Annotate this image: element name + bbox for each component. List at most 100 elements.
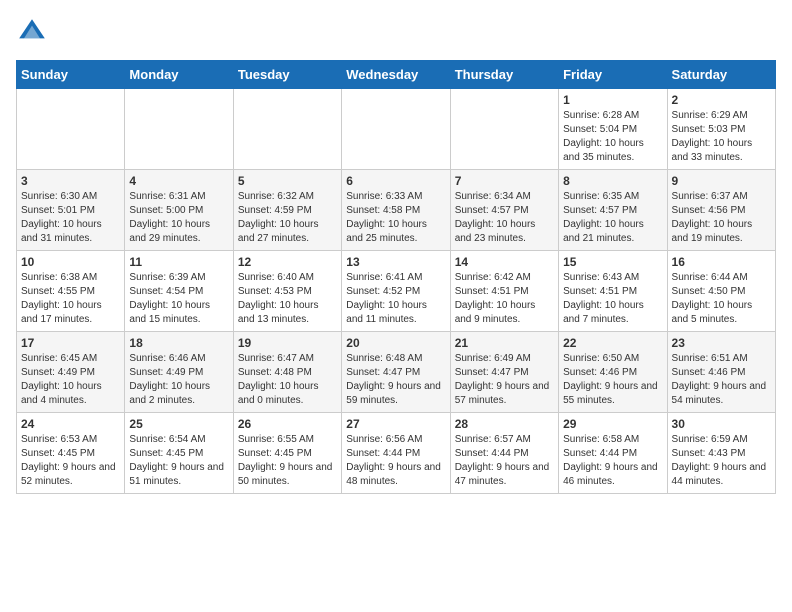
day-number: 5	[238, 174, 337, 188]
day-info: Sunrise: 6:48 AMSunset: 4:47 PMDaylight:…	[346, 352, 445, 408]
day-info: Sunrise: 6:51 AMSunset: 4:46 PMDaylight:…	[672, 352, 771, 408]
calendar-cell: 28 Sunrise: 6:57 AMSunset: 4:44 PMDayligh…	[450, 413, 558, 494]
day-number: 13	[346, 255, 445, 269]
day-number: 23	[672, 336, 771, 350]
day-number: 26	[238, 417, 337, 431]
day-number: 7	[455, 174, 554, 188]
day-header-wednesday: Wednesday	[342, 61, 450, 89]
day-number: 1	[563, 93, 662, 107]
day-info: Sunrise: 6:54 AMSunset: 4:45 PMDaylight:…	[129, 433, 228, 489]
day-number: 17	[21, 336, 120, 350]
day-info: Sunrise: 6:43 AMSunset: 4:51 PMDaylight:…	[563, 271, 662, 327]
day-number: 8	[563, 174, 662, 188]
calendar-cell: 7 Sunrise: 6:34 AMSunset: 4:57 PMDaylight…	[450, 170, 558, 251]
calendar-cell: 10Sunrise: 6:38 AMSunset: 4:55 PMDayligh…	[17, 251, 125, 332]
calendar-week-2: 3 Sunrise: 6:30 AMSunset: 5:01 PMDaylight…	[17, 170, 776, 251]
calendar-cell: 24 Sunrise: 6:53 AMSunset: 4:45 PMDayligh…	[17, 413, 125, 494]
calendar-cell: 19 Sunrise: 6:47 AMSunset: 4:48 PMDayligh…	[233, 332, 341, 413]
day-info: Sunrise: 6:56 AMSunset: 4:44 PMDaylight:…	[346, 433, 445, 489]
day-number: 16	[672, 255, 771, 269]
calendar-cell: 14 Sunrise: 6:42 AMSunset: 4:51 PMDayligh…	[450, 251, 558, 332]
calendar-cell: 29Sunrise: 6:58 AMSunset: 4:44 PMDayligh…	[559, 413, 667, 494]
day-info: Sunrise: 6:30 AMSunset: 5:01 PMDaylight:…	[21, 190, 120, 246]
day-info: Sunrise: 6:40 AMSunset: 4:53 PMDaylight:…	[238, 271, 337, 327]
calendar-cell: 25 Sunrise: 6:54 AMSunset: 4:45 PMDayligh…	[125, 413, 233, 494]
logo-icon	[16, 16, 48, 48]
day-number: 11	[129, 255, 228, 269]
day-number: 3	[21, 174, 120, 188]
calendar-cell: 11 Sunrise: 6:39 AMSunset: 4:54 PMDayligh…	[125, 251, 233, 332]
calendar-cell: 17Sunrise: 6:45 AMSunset: 4:49 PMDayligh…	[17, 332, 125, 413]
day-info: Sunrise: 6:38 AMSunset: 4:55 PMDaylight:…	[21, 271, 120, 327]
calendar-cell: 9Sunrise: 6:37 AMSunset: 4:56 PMDaylight…	[667, 170, 775, 251]
day-number: 15	[563, 255, 662, 269]
day-info: Sunrise: 6:49 AMSunset: 4:47 PMDaylight:…	[455, 352, 554, 408]
calendar-cell: 21 Sunrise: 6:49 AMSunset: 4:47 PMDayligh…	[450, 332, 558, 413]
day-info: Sunrise: 6:39 AMSunset: 4:54 PMDaylight:…	[129, 271, 228, 327]
day-number: 12	[238, 255, 337, 269]
day-info: Sunrise: 6:32 AMSunset: 4:59 PMDaylight:…	[238, 190, 337, 246]
day-number: 20	[346, 336, 445, 350]
day-info: Sunrise: 6:33 AMSunset: 4:58 PMDaylight:…	[346, 190, 445, 246]
day-header-tuesday: Tuesday	[233, 61, 341, 89]
calendar-cell: 2 Sunrise: 6:29 AMSunset: 5:03 PMDaylight…	[667, 89, 775, 170]
day-number: 21	[455, 336, 554, 350]
calendar-cell: 15 Sunrise: 6:43 AMSunset: 4:51 PMDayligh…	[559, 251, 667, 332]
day-header-saturday: Saturday	[667, 61, 775, 89]
calendar-cell: 6 Sunrise: 6:33 AMSunset: 4:58 PMDaylight…	[342, 170, 450, 251]
calendar-cell: 4 Sunrise: 6:31 AMSunset: 5:00 PMDaylight…	[125, 170, 233, 251]
day-number: 2	[672, 93, 771, 107]
day-info: Sunrise: 6:44 AMSunset: 4:50 PMDaylight:…	[672, 271, 771, 327]
day-info: Sunrise: 6:34 AMSunset: 4:57 PMDaylight:…	[455, 190, 554, 246]
day-info: Sunrise: 6:58 AMSunset: 4:44 PMDaylight:…	[563, 433, 662, 489]
day-info: Sunrise: 6:53 AMSunset: 4:45 PMDaylight:…	[21, 433, 120, 489]
day-number: 6	[346, 174, 445, 188]
calendar-cell: 5 Sunrise: 6:32 AMSunset: 4:59 PMDaylight…	[233, 170, 341, 251]
calendar-cell	[125, 89, 233, 170]
calendar-cell: 3 Sunrise: 6:30 AMSunset: 5:01 PMDaylight…	[17, 170, 125, 251]
day-info: Sunrise: 6:46 AMSunset: 4:49 PMDaylight:…	[129, 352, 228, 408]
day-number: 4	[129, 174, 228, 188]
day-info: Sunrise: 6:29 AMSunset: 5:03 PMDaylight:…	[672, 109, 771, 165]
day-number: 19	[238, 336, 337, 350]
day-info: Sunrise: 6:35 AMSunset: 4:57 PMDaylight:…	[563, 190, 662, 246]
logo	[16, 16, 52, 48]
calendar-cell: 16 Sunrise: 6:44 AMSunset: 4:50 PMDayligh…	[667, 251, 775, 332]
day-number: 9	[672, 174, 771, 188]
calendar-cell: 18 Sunrise: 6:46 AMSunset: 4:49 PMDayligh…	[125, 332, 233, 413]
calendar-cell: 22 Sunrise: 6:50 AMSunset: 4:46 PMDayligh…	[559, 332, 667, 413]
calendar-week-5: 24 Sunrise: 6:53 AMSunset: 4:45 PMDayligh…	[17, 413, 776, 494]
day-info: Sunrise: 6:57 AMSunset: 4:44 PMDaylight:…	[455, 433, 554, 489]
day-info: Sunrise: 6:31 AMSunset: 5:00 PMDaylight:…	[129, 190, 228, 246]
day-info: Sunrise: 6:59 AMSunset: 4:43 PMDaylight:…	[672, 433, 771, 489]
day-number: 24	[21, 417, 120, 431]
calendar-cell: 30 Sunrise: 6:59 AMSunset: 4:43 PMDayligh…	[667, 413, 775, 494]
day-number: 30	[672, 417, 771, 431]
day-header-thursday: Thursday	[450, 61, 558, 89]
day-info: Sunrise: 6:41 AMSunset: 4:52 PMDaylight:…	[346, 271, 445, 327]
day-header-sunday: Sunday	[17, 61, 125, 89]
calendar-cell	[17, 89, 125, 170]
day-header-monday: Monday	[125, 61, 233, 89]
day-info: Sunrise: 6:42 AMSunset: 4:51 PMDaylight:…	[455, 271, 554, 327]
day-info: Sunrise: 6:55 AMSunset: 4:45 PMDaylight:…	[238, 433, 337, 489]
day-info: Sunrise: 6:28 AMSunset: 5:04 PMDaylight:…	[563, 109, 662, 165]
day-number: 18	[129, 336, 228, 350]
day-number: 14	[455, 255, 554, 269]
day-info: Sunrise: 6:47 AMSunset: 4:48 PMDaylight:…	[238, 352, 337, 408]
day-info: Sunrise: 6:50 AMSunset: 4:46 PMDaylight:…	[563, 352, 662, 408]
day-number: 25	[129, 417, 228, 431]
calendar-cell: 20 Sunrise: 6:48 AMSunset: 4:47 PMDayligh…	[342, 332, 450, 413]
calendar-week-3: 10Sunrise: 6:38 AMSunset: 4:55 PMDayligh…	[17, 251, 776, 332]
calendar-cell: 12 Sunrise: 6:40 AMSunset: 4:53 PMDayligh…	[233, 251, 341, 332]
calendar-cell: 26 Sunrise: 6:55 AMSunset: 4:45 PMDayligh…	[233, 413, 341, 494]
calendar-cell	[450, 89, 558, 170]
day-header-friday: Friday	[559, 61, 667, 89]
calendar-cell: 13 Sunrise: 6:41 AMSunset: 4:52 PMDayligh…	[342, 251, 450, 332]
calendar-cell	[342, 89, 450, 170]
calendar-table: SundayMondayTuesdayWednesdayThursdayFrid…	[16, 60, 776, 494]
calendar-cell: 8 Sunrise: 6:35 AMSunset: 4:57 PMDaylight…	[559, 170, 667, 251]
day-number: 22	[563, 336, 662, 350]
calendar-cell: 27Sunrise: 6:56 AMSunset: 4:44 PMDayligh…	[342, 413, 450, 494]
day-number: 28	[455, 417, 554, 431]
